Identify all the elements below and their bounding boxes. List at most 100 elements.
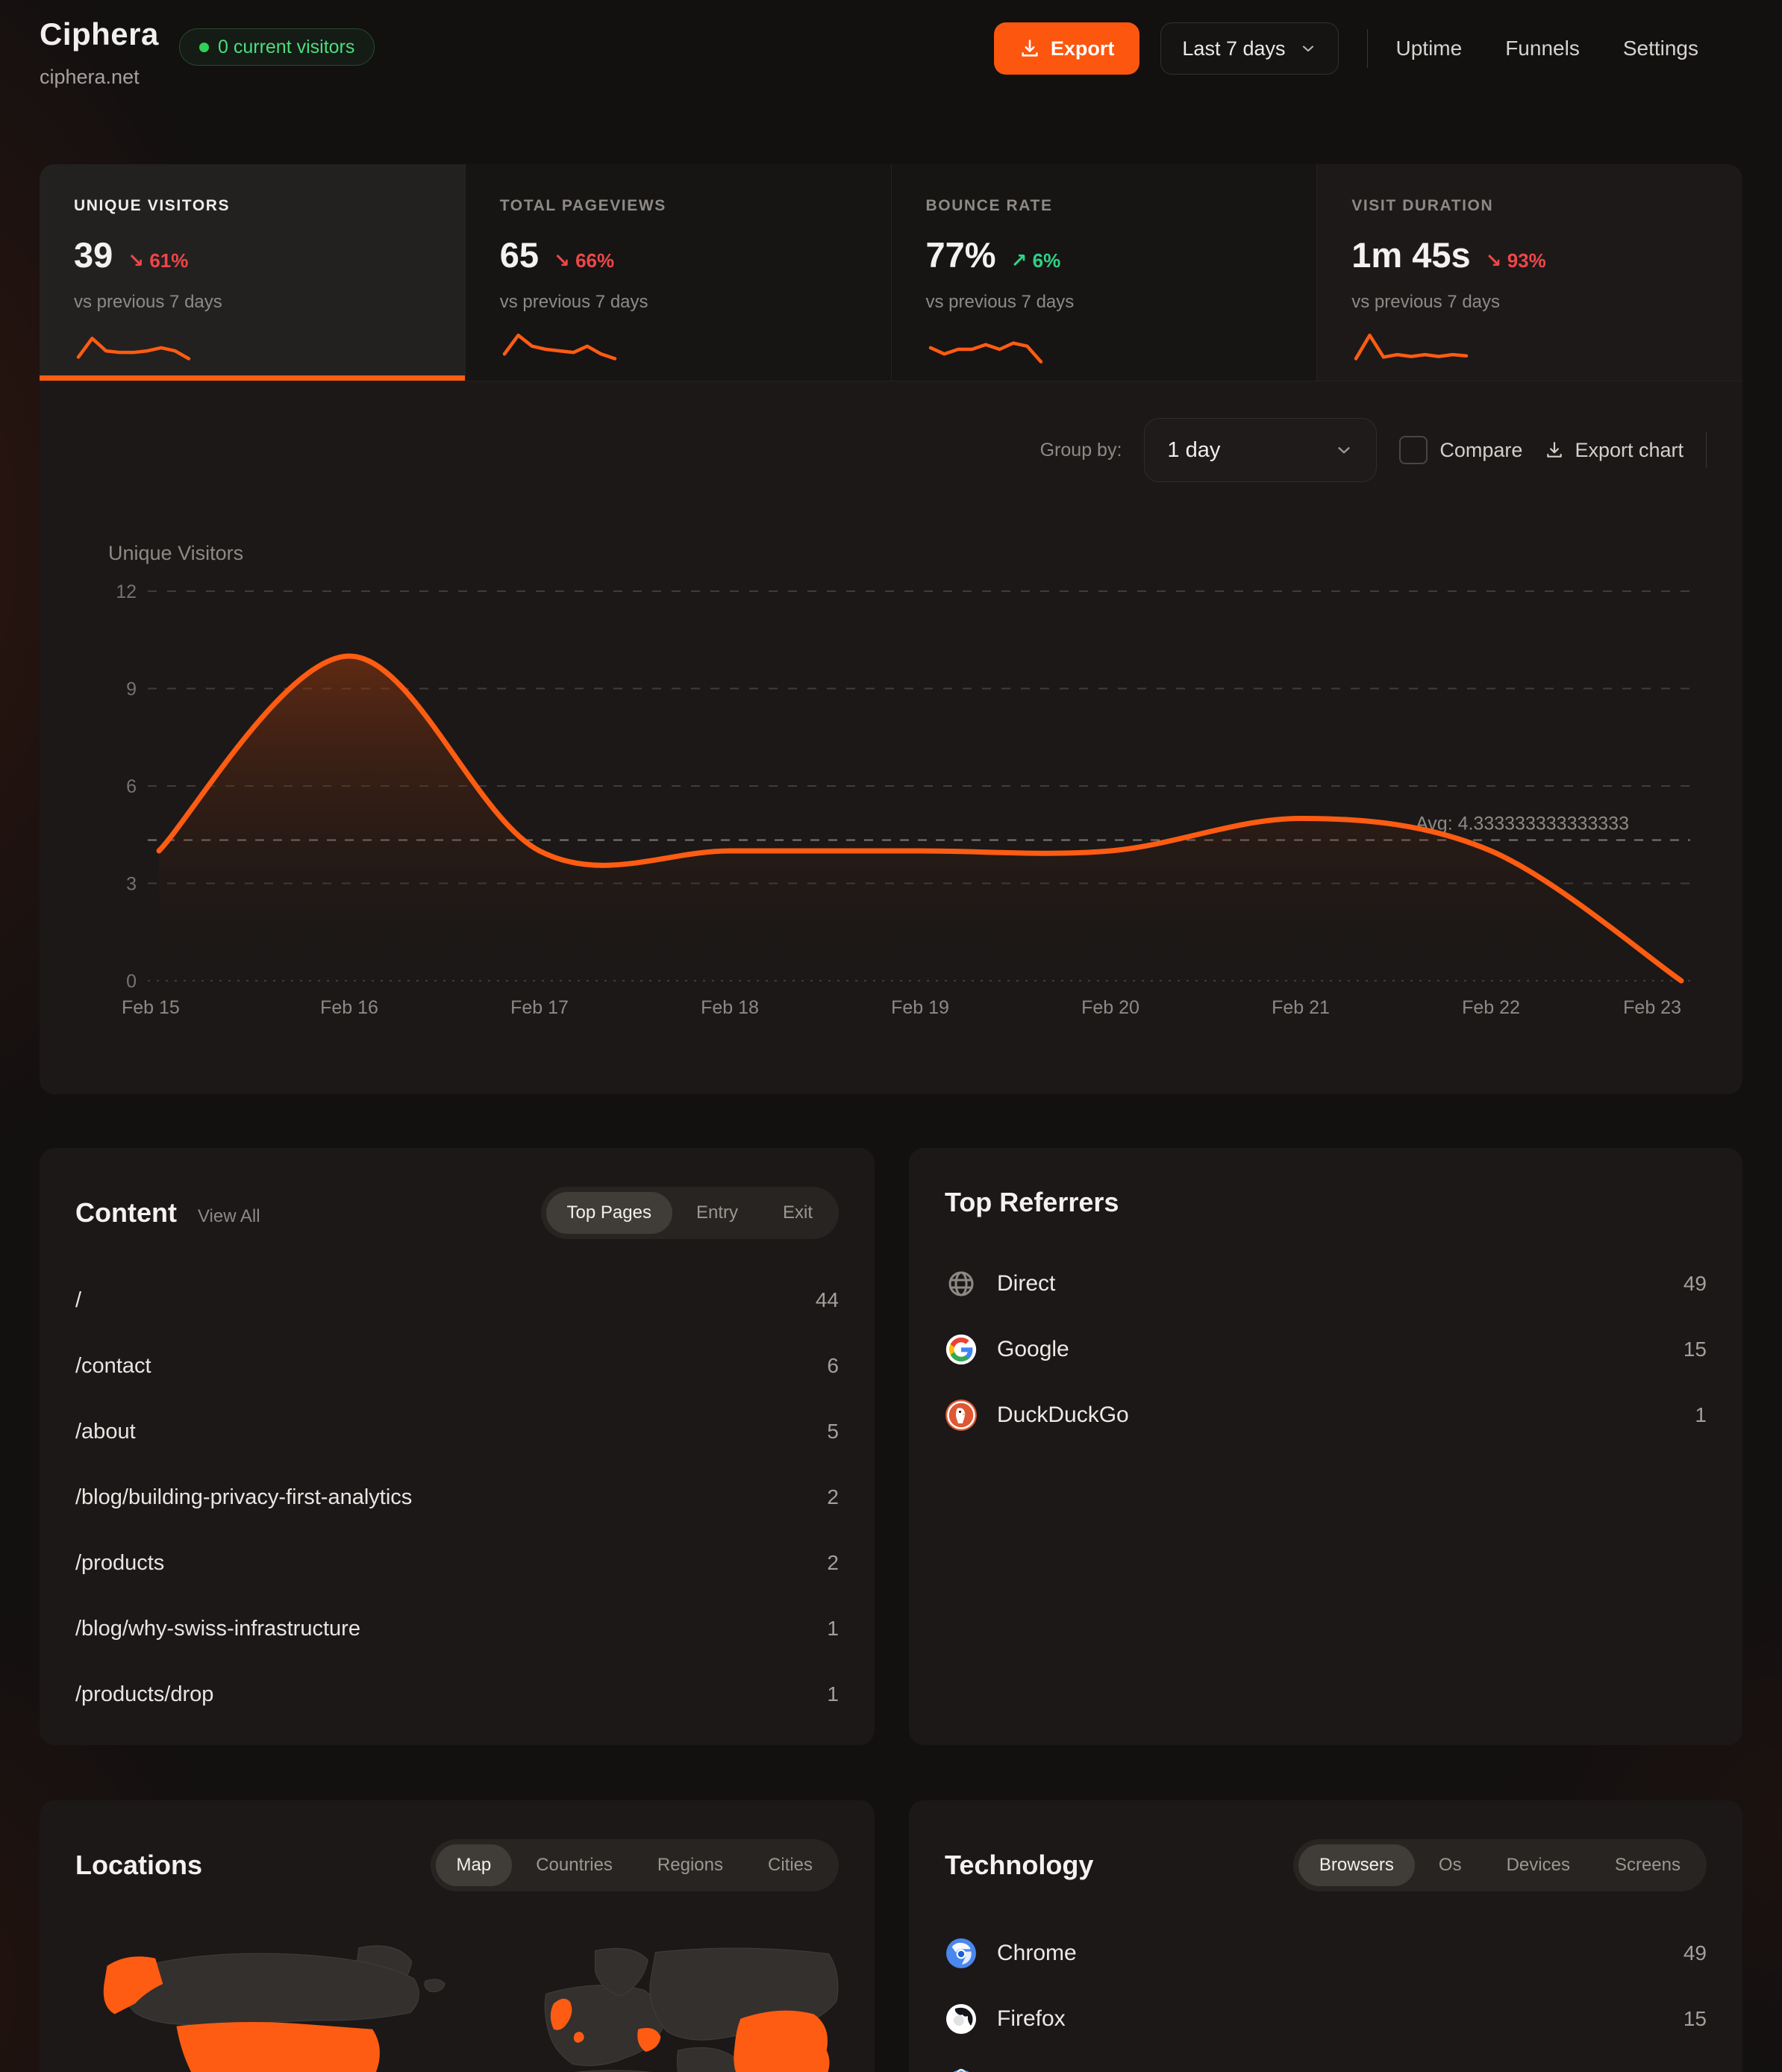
duckduckgo-icon <box>945 1399 978 1432</box>
date-range-selector[interactable]: Last 7 days <box>1160 22 1338 75</box>
download-icon <box>1545 440 1564 460</box>
tab-countries[interactable]: Countries <box>515 1844 634 1886</box>
site-domain: ciphera.net <box>40 66 140 89</box>
technology-panel: Technology Browsers Os Devices Screens C… <box>909 1800 1742 2072</box>
browser-icon <box>945 2068 978 2072</box>
world-map[interactable] <box>71 1912 843 2072</box>
tab-regions[interactable]: Regions <box>637 1844 744 1886</box>
svg-text:9: 9 <box>126 679 137 700</box>
page-row[interactable]: /44 <box>75 1267 839 1333</box>
stat-card-unique-visitors[interactable]: UNIQUE VISITORS 39 ↘ 61% vs previous 7 d… <box>40 164 466 381</box>
svg-text:Feb 20: Feb 20 <box>1081 997 1139 1018</box>
chrome-icon <box>945 1937 978 1970</box>
tab-screens[interactable]: Screens <box>1594 1844 1701 1886</box>
svg-text:Feb 22: Feb 22 <box>1462 997 1520 1018</box>
svg-text:3: 3 <box>126 874 137 895</box>
controls-divider <box>1706 432 1707 468</box>
tab-os[interactable]: Os <box>1418 1844 1483 1886</box>
page-row[interactable]: /products/drop1 <box>75 1661 839 1727</box>
stat-compare-label: vs previous 7 days <box>926 292 1317 313</box>
svg-text:12: 12 <box>116 581 137 602</box>
stat-delta: ↗ 6% <box>1011 249 1061 272</box>
content-title: Content <box>75 1197 177 1229</box>
browser-row[interactable]: Firefox 15 <box>945 1986 1707 2052</box>
stat-label: VISIT DURATION <box>1351 197 1742 215</box>
svg-text:Feb 17: Feb 17 <box>510 997 569 1018</box>
technology-tabs: Browsers Os Devices Screens <box>1293 1839 1707 1891</box>
nav-item-funnels[interactable]: Funnels <box>1505 37 1580 60</box>
technology-title: Technology <box>945 1850 1093 1881</box>
google-icon <box>945 1333 978 1366</box>
svg-text:Feb 16: Feb 16 <box>320 997 378 1018</box>
stat-label: BOUNCE RATE <box>926 197 1317 215</box>
stat-compare-label: vs previous 7 days <box>1351 292 1742 313</box>
page-row[interactable]: /blog/building-privacy-first-analytics2 <box>75 1464 839 1530</box>
stat-card-bounce-rate[interactable]: BOUNCE RATE 77% ↗ 6% vs previous 7 days <box>892 164 1318 381</box>
tab-browsers[interactable]: Browsers <box>1298 1844 1415 1886</box>
referrers-title: Top Referrers <box>945 1187 1119 1218</box>
stat-card-visit-duration[interactable]: VISIT DURATION 1m 45s ↘ 93% vs previous … <box>1317 164 1742 381</box>
browser-row[interactable]: Chrome 49 <box>945 1920 1707 1986</box>
compare-toggle[interactable]: Compare <box>1399 436 1522 464</box>
locations-panel: Locations Map Countries Regions Cities <box>40 1800 875 2072</box>
group-by-selector[interactable]: 1 day <box>1144 418 1377 482</box>
stat-compare-label: vs previous 7 days <box>500 292 891 313</box>
tab-map[interactable]: Map <box>436 1844 513 1886</box>
stat-label: UNIQUE VISITORS <box>74 197 465 215</box>
svg-text:Unique Visitors: Unique Visitors <box>108 542 243 564</box>
compare-label: Compare <box>1439 439 1522 462</box>
export-chart-button[interactable]: Export chart <box>1545 439 1683 462</box>
chart-controls: Group by: 1 day Compare Export chart <box>1040 418 1707 482</box>
tab-top-pages[interactable]: Top Pages <box>546 1192 672 1234</box>
stat-card-total-pageviews[interactable]: TOTAL PAGEVIEWS 65 ↘ 66% vs previous 7 d… <box>466 164 892 381</box>
referrer-row[interactable]: Google 15 <box>945 1317 1707 1382</box>
site-title: Ciphera <box>40 16 159 52</box>
area-chart-icon: Unique Visitors036912Avg: 4.333333333333… <box>69 539 1719 1032</box>
svg-text:Feb 19: Feb 19 <box>891 997 949 1018</box>
tab-devices[interactable]: Devices <box>1486 1844 1591 1886</box>
stat-delta: ↘ 66% <box>554 249 614 272</box>
referrer-row[interactable]: Direct 49 <box>945 1251 1707 1317</box>
export-chart-label: Export chart <box>1575 439 1683 462</box>
nav-item-uptime[interactable]: Uptime <box>1396 37 1463 60</box>
export-label: Export <box>1051 37 1115 60</box>
tab-cities[interactable]: Cities <box>747 1844 834 1886</box>
page-row[interactable]: /products2 <box>75 1530 839 1596</box>
content-panel: Content View All Top Pages Entry Exit /4… <box>40 1148 875 1745</box>
chevron-down-icon <box>1334 440 1354 460</box>
export-button[interactable]: Export <box>994 22 1140 75</box>
locations-tabs: Map Countries Regions Cities <box>431 1839 839 1891</box>
browser-row[interactable] <box>945 2052 1707 2072</box>
view-all-link[interactable]: View All <box>198 1206 260 1227</box>
firefox-icon <box>945 2003 978 2035</box>
visitors-chart: Unique Visitors036912Avg: 4.333333333333… <box>69 539 1719 1032</box>
stat-value: 65 <box>500 234 539 275</box>
current-visitors-badge: 0 current visitors <box>179 28 375 66</box>
page-row[interactable]: /contact6 <box>75 1333 839 1399</box>
svg-text:Avg: 4.333333333333333: Avg: 4.333333333333333 <box>1416 814 1629 834</box>
nav-item-settings[interactable]: Settings <box>1623 37 1698 60</box>
stat-delta: ↘ 61% <box>128 249 188 272</box>
current-visitors-label: 0 current visitors <box>218 37 354 58</box>
stat-value: 77% <box>926 234 996 275</box>
tab-exit[interactable]: Exit <box>762 1192 834 1234</box>
compare-checkbox[interactable] <box>1399 436 1428 464</box>
content-tabs: Top Pages Entry Exit <box>541 1187 839 1239</box>
globe-icon <box>945 1267 978 1300</box>
stats-row: UNIQUE VISITORS 39 ↘ 61% vs previous 7 d… <box>40 164 1742 381</box>
svg-text:Feb 18: Feb 18 <box>701 997 759 1018</box>
chevron-down-icon <box>1299 40 1317 57</box>
svg-text:Feb 23: Feb 23 <box>1623 997 1681 1018</box>
page-row[interactable]: /about5 <box>75 1399 839 1464</box>
stat-label: TOTAL PAGEVIEWS <box>500 197 891 215</box>
svg-text:6: 6 <box>126 776 137 797</box>
stat-delta: ↘ 93% <box>1486 249 1546 272</box>
referrer-row[interactable]: DuckDuckGo 1 <box>945 1382 1707 1448</box>
page-row[interactable]: /blog/why-swiss-infrastructure1 <box>75 1596 839 1661</box>
svg-text:Feb 15: Feb 15 <box>122 997 180 1018</box>
header-nav: Uptime Funnels Settings <box>1396 37 1699 60</box>
svg-text:Feb 21: Feb 21 <box>1272 997 1330 1018</box>
top-referrers-panel: Top Referrers Direct 49 <box>909 1148 1742 1745</box>
tab-entry[interactable]: Entry <box>675 1192 759 1234</box>
sparkline-icon <box>500 326 619 371</box>
